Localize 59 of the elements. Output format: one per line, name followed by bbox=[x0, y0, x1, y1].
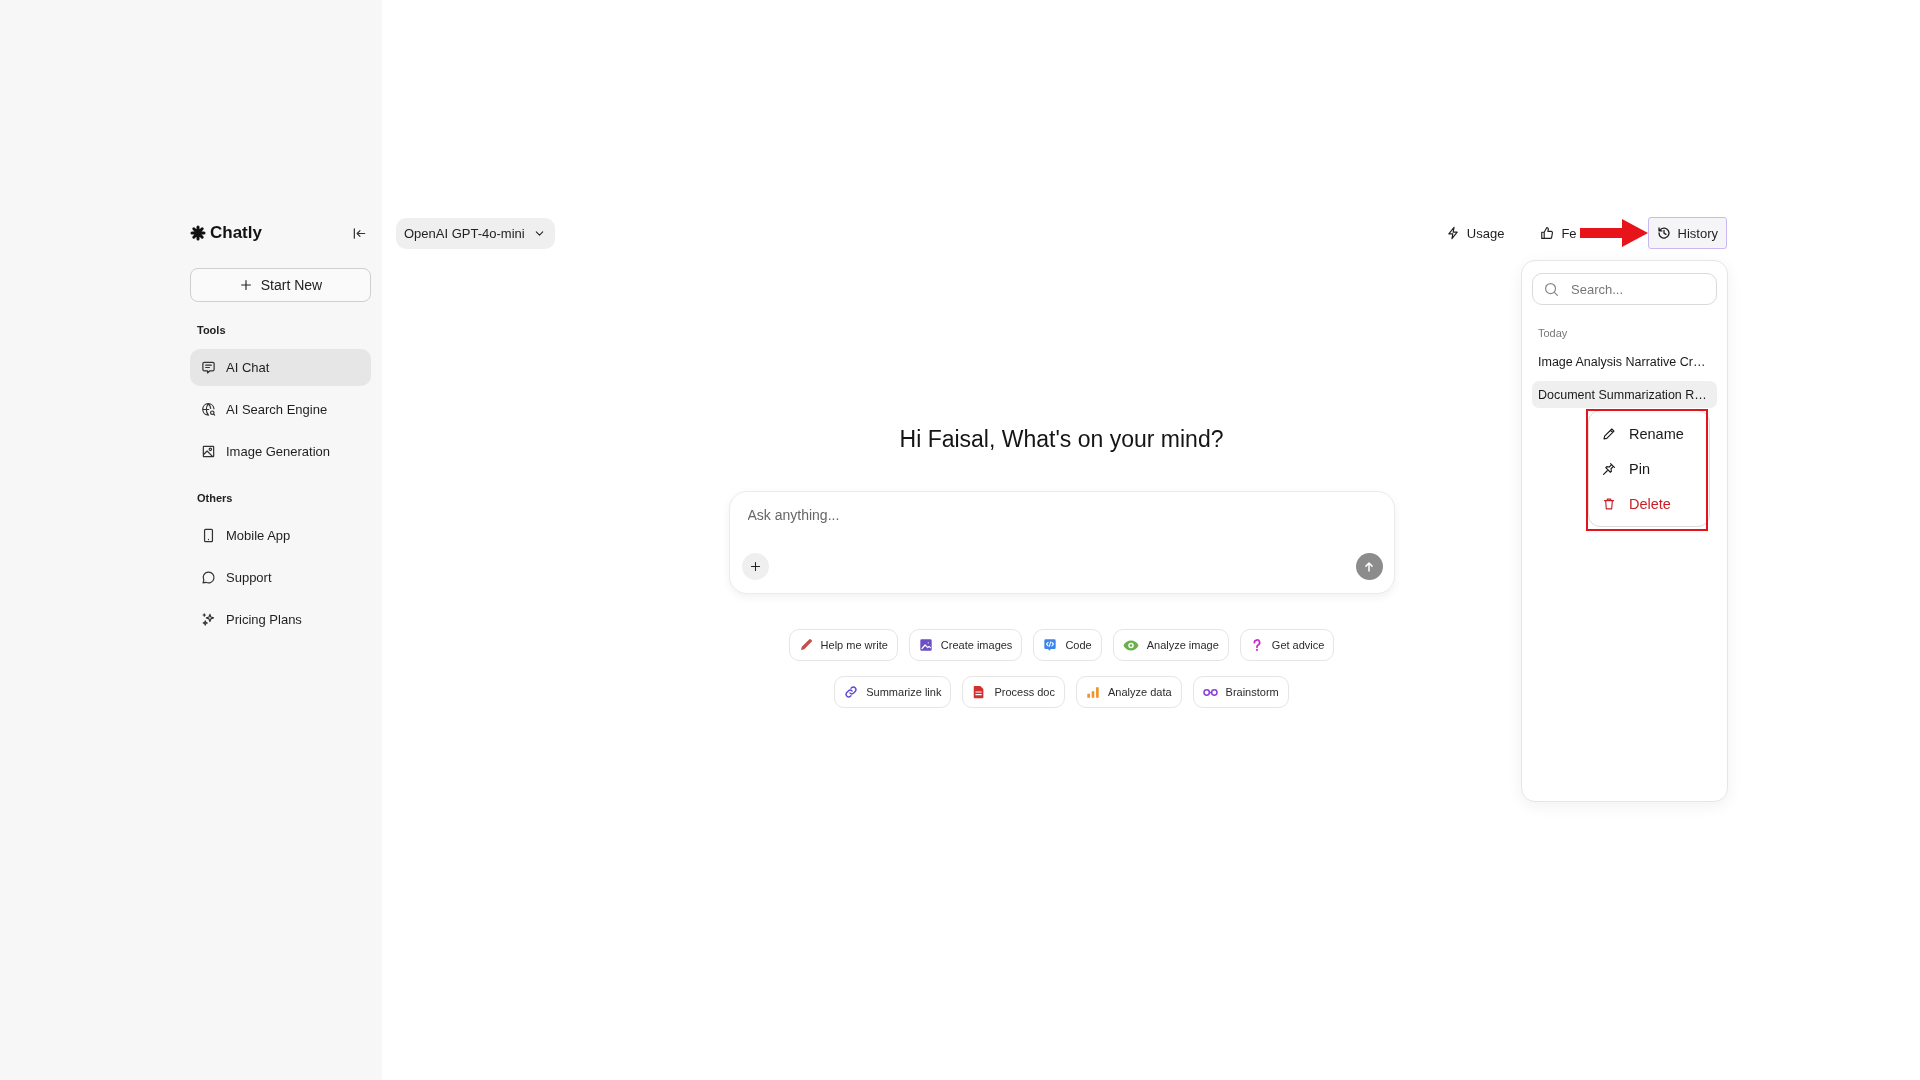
message-input[interactable]: Ask anything... bbox=[741, 504, 1383, 526]
plus-icon bbox=[748, 560, 762, 573]
code-icon bbox=[1043, 638, 1058, 652]
lightning-icon bbox=[1445, 226, 1460, 240]
phone-icon bbox=[201, 528, 216, 543]
pencil-icon bbox=[1602, 426, 1616, 441]
trash-icon bbox=[1602, 496, 1616, 511]
thumbs-up-icon bbox=[1540, 226, 1555, 240]
image-icon bbox=[201, 444, 216, 459]
eye-icon bbox=[1122, 639, 1139, 651]
link-icon bbox=[844, 685, 859, 699]
group-heading: Today bbox=[1538, 326, 1569, 340]
suggestion-chip[interactable]: Analyze data bbox=[1075, 676, 1182, 708]
plus-icon bbox=[238, 278, 253, 292]
brand-name: Chatly bbox=[210, 223, 262, 243]
suggestion-chip[interactable]: Analyze image bbox=[1112, 629, 1229, 661]
suggestion-chip[interactable]: Process doc bbox=[962, 676, 1065, 708]
model-selector[interactable]: OpenAI GPT-4o-mini bbox=[396, 217, 555, 249]
start-new-button[interactable]: Start New bbox=[190, 268, 371, 302]
section-heading: Others bbox=[197, 491, 234, 505]
sidebar-item[interactable]: Support bbox=[190, 559, 371, 596]
sidebar-item[interactable]: Image Generation bbox=[190, 433, 371, 470]
bar-chart-icon bbox=[1085, 685, 1100, 699]
history-item[interactable]: Image Analysis Narrative Cr… bbox=[1532, 348, 1717, 375]
menu-item[interactable]: Rename bbox=[1589, 416, 1709, 451]
history-icon bbox=[1656, 226, 1671, 240]
header-action-button[interactable]: History bbox=[1647, 217, 1727, 249]
arrow-up-icon bbox=[1362, 559, 1376, 574]
speech-bubble-icon bbox=[201, 570, 216, 585]
send-button[interactable] bbox=[1355, 553, 1383, 580]
collapse-sidebar-icon bbox=[352, 225, 367, 241]
suggestion-chip[interactable]: Summarize link bbox=[834, 676, 952, 708]
menu-item[interactable]: Delete bbox=[1589, 486, 1709, 521]
search-icon bbox=[1544, 281, 1559, 297]
sidebar-item[interactable]: Mobile App bbox=[190, 517, 371, 554]
suggestion-chip[interactable]: Get advice bbox=[1239, 629, 1335, 661]
section-heading: Tools bbox=[197, 323, 227, 337]
sidebar-item[interactable]: AI Chat bbox=[190, 349, 371, 386]
menu-item[interactable]: Pin bbox=[1589, 451, 1709, 486]
suggestion-chip[interactable]: Code bbox=[1033, 629, 1102, 661]
history-item[interactable]: Document Summarization R… bbox=[1532, 381, 1717, 408]
glasses-icon bbox=[1202, 688, 1218, 696]
suggestion-chip[interactable]: Create images bbox=[908, 629, 1023, 661]
chat-bubble-icon bbox=[201, 360, 216, 375]
header-action-button[interactable]: Usage bbox=[1436, 217, 1514, 249]
suggestion-chip[interactable]: Brainstorm bbox=[1192, 676, 1289, 708]
pin-icon bbox=[1602, 461, 1616, 476]
image-icon bbox=[918, 638, 933, 652]
sidebar-item[interactable]: Pricing Plans bbox=[190, 601, 371, 638]
greeting-heading: Hi Faisal, What's on your mind? bbox=[899, 425, 1224, 454]
suggestion-chip[interactable]: Help me write bbox=[788, 629, 898, 661]
globe-search-icon bbox=[201, 402, 216, 417]
sparkles-icon bbox=[201, 612, 216, 627]
pencil-icon bbox=[798, 638, 813, 652]
attach-button[interactable] bbox=[741, 553, 769, 580]
sidebar-item[interactable]: AI Search Engine bbox=[190, 391, 371, 428]
header-action-button[interactable]: Fe bbox=[1531, 217, 1578, 249]
asterisk-logo-icon bbox=[190, 225, 206, 241]
search-field[interactable]: Search... bbox=[1532, 273, 1717, 305]
